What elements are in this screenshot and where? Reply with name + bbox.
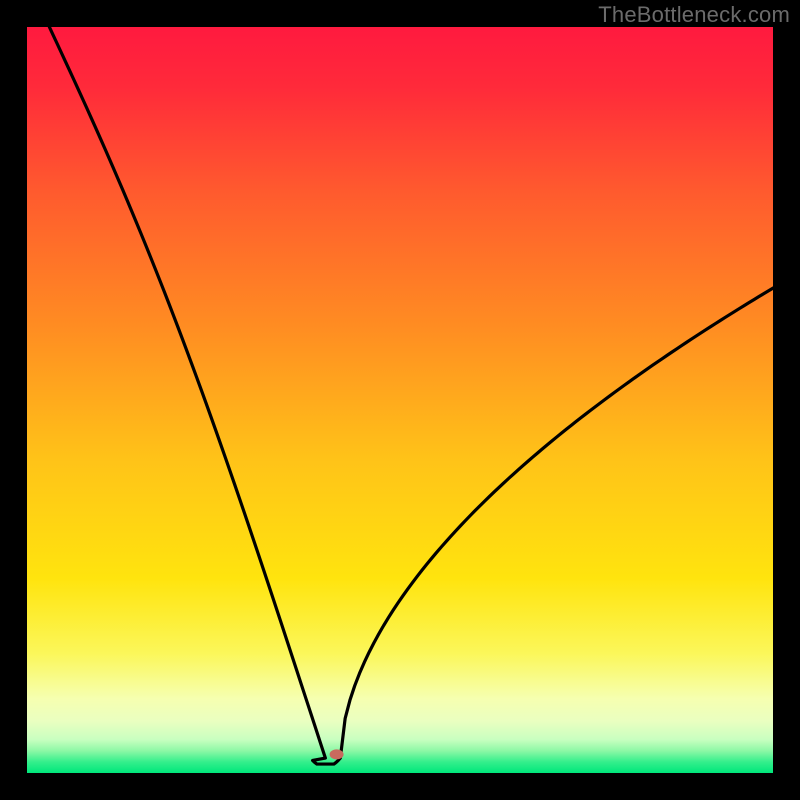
- gradient-background: [27, 27, 773, 773]
- watermark-text: TheBottleneck.com: [598, 2, 790, 28]
- plot-area: [27, 27, 773, 773]
- minimum-marker: [330, 749, 344, 759]
- chart-frame: TheBottleneck.com: [0, 0, 800, 800]
- chart-svg: [27, 27, 773, 773]
